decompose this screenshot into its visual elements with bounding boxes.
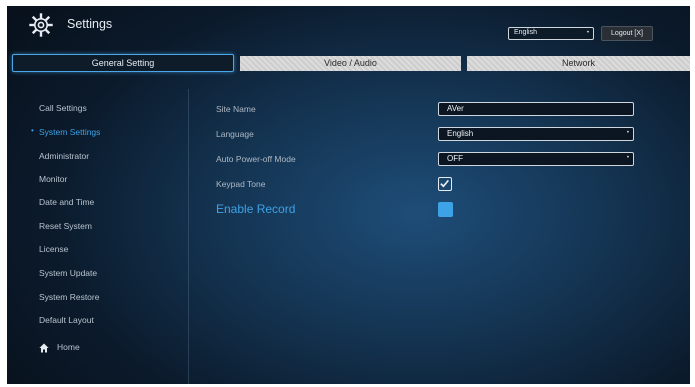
tab-video-audio[interactable]: Video / Audio <box>240 56 461 71</box>
header: Settings English • Logout [X] <box>7 6 690 44</box>
sidebar-item-system-settings[interactable]: System Settings <box>39 127 100 137</box>
site-name-value: AVer <box>447 104 464 113</box>
auto-power-off-value: OFF <box>447 154 463 163</box>
gear-icon <box>29 13 53 37</box>
sidebar-item-default-layout[interactable]: Default Layout <box>39 315 94 325</box>
keypad-tone-label: Keypad Tone <box>216 179 266 189</box>
language-dropdown[interactable]: English • <box>508 27 594 40</box>
active-item-bullet: • <box>31 126 34 135</box>
sidebar-item-administrator[interactable]: Administrator <box>39 151 89 161</box>
language-select[interactable]: English • <box>438 127 634 141</box>
home-link[interactable]: Home <box>57 342 80 352</box>
sidebar-item-license[interactable]: License <box>39 244 68 254</box>
tab-bar: General Setting Video / Audio Network <box>7 53 690 75</box>
language-dropdown-value: English <box>514 29 537 36</box>
tab-general-setting[interactable]: General Setting <box>12 54 234 72</box>
auto-power-off-label: Auto Power-off Mode <box>216 154 296 164</box>
keypad-tone-checkbox[interactable] <box>438 177 452 191</box>
sidebar-item-system-update[interactable]: System Update <box>39 268 97 278</box>
home-icon[interactable] <box>39 343 49 353</box>
logout-button[interactable]: Logout [X] <box>601 26 653 41</box>
checkmark-icon <box>440 179 449 188</box>
sidebar-item-monitor[interactable]: Monitor <box>39 174 67 184</box>
language-label: Language <box>216 129 254 139</box>
dropdown-arrow-icon: • <box>626 155 629 161</box>
enable-record-label: Enable Record <box>216 202 296 216</box>
site-name-label: Site Name <box>216 104 256 114</box>
sidebar-item-date-and-time[interactable]: Date and Time <box>39 197 94 207</box>
sidebar-item-call-settings[interactable]: Call Settings <box>39 103 87 113</box>
dropdown-arrow-icon: • <box>626 130 629 136</box>
language-select-value: English <box>447 129 474 138</box>
settings-screen: Settings English • Logout [X] General Se… <box>7 6 690 384</box>
enable-record-toggle[interactable] <box>438 202 453 217</box>
tab-network[interactable]: Network <box>467 56 690 71</box>
sidebar-item-system-restore[interactable]: System Restore <box>39 292 99 302</box>
page-title: Settings <box>67 17 113 31</box>
dropdown-arrow-icon: • <box>586 30 589 36</box>
site-name-field[interactable]: AVer <box>438 102 634 116</box>
sidebar-item-reset-system[interactable]: Reset System <box>39 221 92 231</box>
auto-power-off-select[interactable]: OFF • <box>438 152 634 166</box>
